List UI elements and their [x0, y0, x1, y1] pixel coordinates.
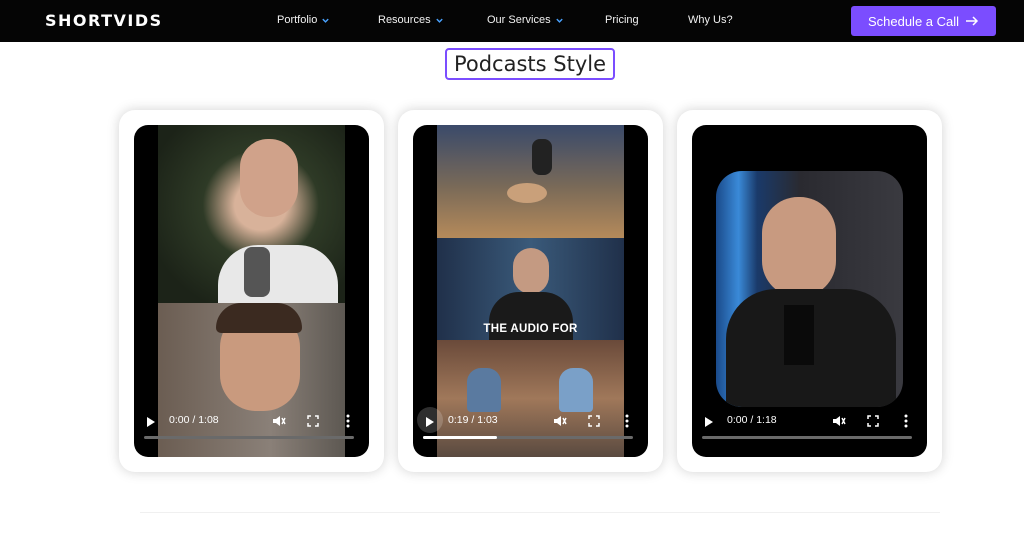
video-player[interactable]: 0:00 / 1:08 — [134, 125, 369, 457]
video-card: THE AUDIO FOR 0:19 / 1:03 — [398, 110, 663, 472]
chevron-down-icon — [555, 18, 563, 23]
nav-item-pricing[interactable]: Pricing — [605, 14, 639, 26]
video-progress-bar[interactable] — [423, 436, 633, 439]
play-icon[interactable] — [704, 416, 714, 428]
fullscreen-icon[interactable] — [307, 415, 319, 427]
video-frame — [716, 171, 903, 407]
video-controls: 0:19 / 1:03 — [413, 405, 648, 457]
video-time: 0:00 / 1:08 — [169, 414, 219, 426]
video-time: 0:00 / 1:18 — [727, 414, 777, 426]
arrow-right-icon — [966, 16, 979, 26]
nav-item-resources[interactable]: Resources — [378, 14, 444, 26]
video-frame-top — [158, 125, 345, 303]
mute-icon[interactable] — [553, 414, 567, 428]
more-options-icon[interactable] — [346, 414, 350, 428]
video-player[interactable]: THE AUDIO FOR 0:19 / 1:03 — [413, 125, 648, 457]
nav-item-label: Resources — [378, 14, 431, 26]
top-navbar: SHORTVIDS Portfolio Resources Our Servic… — [0, 0, 1024, 42]
nav-item-label: Why Us? — [688, 14, 733, 26]
play-icon[interactable] — [425, 416, 435, 428]
nav-item-our-services[interactable]: Our Services — [487, 14, 564, 26]
video-controls: 0:00 / 1:08 — [134, 405, 369, 457]
site-logo[interactable]: SHORTVIDS — [45, 11, 163, 30]
mute-icon[interactable] — [832, 414, 846, 428]
video-caption: THE AUDIO FOR — [483, 323, 578, 335]
video-progress-bar[interactable] — [144, 436, 354, 439]
more-options-icon[interactable] — [625, 414, 629, 428]
nav-item-label: Portfolio — [277, 14, 318, 26]
video-time: 0:19 / 1:03 — [448, 414, 498, 426]
section-divider — [140, 512, 940, 513]
nav-item-portfolio[interactable]: Portfolio — [277, 14, 330, 26]
more-options-icon[interactable] — [904, 414, 908, 428]
video-player[interactable]: 0:00 / 1:18 — [692, 125, 927, 457]
nav-item-label: Our Services — [487, 14, 551, 26]
nav-item-why-us[interactable]: Why Us? — [688, 14, 733, 26]
video-controls: 0:00 / 1:18 — [692, 405, 927, 457]
video-card: 0:00 / 1:18 — [677, 110, 942, 472]
schedule-call-button[interactable]: Schedule a Call — [851, 6, 996, 36]
fullscreen-icon[interactable] — [867, 415, 879, 427]
chevron-down-icon — [322, 18, 330, 23]
nav-item-label: Pricing — [605, 14, 639, 26]
section-title: Podcasts Style — [445, 48, 615, 80]
fullscreen-icon[interactable] — [588, 415, 600, 427]
video-progress-bar[interactable] — [702, 436, 912, 439]
cta-label: Schedule a Call — [867, 13, 960, 29]
mute-icon[interactable] — [272, 414, 286, 428]
play-icon[interactable] — [146, 416, 156, 428]
chevron-down-icon — [435, 18, 443, 23]
video-frame-top — [437, 125, 624, 238]
video-card: 0:00 / 1:08 — [119, 110, 384, 472]
